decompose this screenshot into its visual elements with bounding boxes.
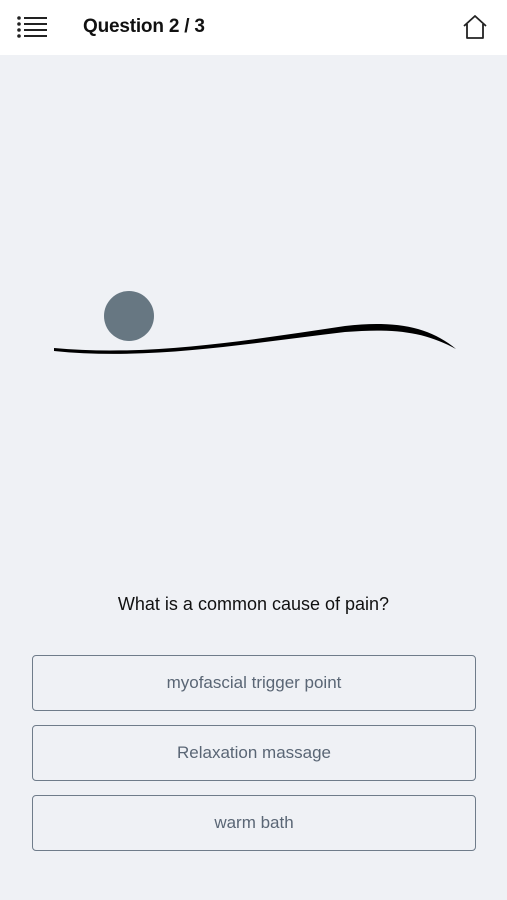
answer-option-1[interactable]: myofascial trigger point [32,655,476,711]
menu-list-icon[interactable] [14,12,50,42]
exercise-illustration [0,55,507,575]
question-text: What is a common cause of pain? [117,594,390,614]
top-bar: Question 2 / 3 [0,0,507,55]
home-icon[interactable] [459,11,491,43]
answer-option-2[interactable]: Relaxation massage [32,725,476,781]
answer-option-3[interactable]: warm bath [32,795,476,851]
ball-shape [104,291,154,341]
page-title: Question 2 / 3 [83,16,205,37]
